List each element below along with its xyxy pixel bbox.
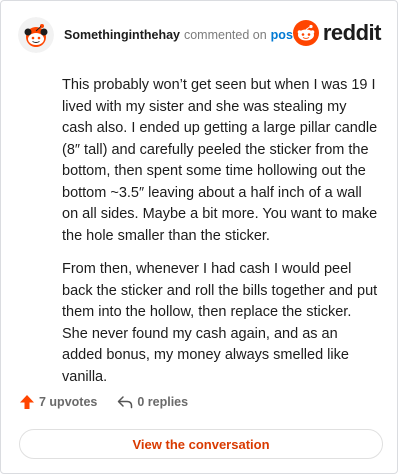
- action-text: commented on: [183, 28, 267, 42]
- user-avatar[interactable]: [18, 17, 54, 53]
- brand-wordmark: reddit: [322, 20, 382, 45]
- comment-card: Somethinginthehay commented on post redd…: [0, 0, 398, 474]
- comment-paragraph: From then, whenever I had cash I would p…: [62, 261, 378, 385]
- upvote-arrow-icon: [20, 395, 34, 409]
- replies-button[interactable]: 0 replies: [117, 394, 188, 410]
- snoo-avatar-icon: [18, 17, 54, 53]
- reply-count: 0 replies: [137, 395, 189, 409]
- comment-body: This probably won’t get seen but when I …: [62, 75, 378, 400]
- upvote-button[interactable]: 7 upvotes: [19, 394, 97, 410]
- comment-actions: 7 upvotes 0 replies: [19, 394, 188, 410]
- view-conversation-button[interactable]: View the conversation: [19, 429, 383, 459]
- upvote-count: 7 upvotes: [39, 395, 98, 409]
- comment-meta: Somethinginthehay commented on post: [64, 28, 297, 42]
- reply-arrow-icon: [118, 396, 133, 409]
- username[interactable]: Somethinginthehay: [64, 28, 180, 42]
- reddit-brand[interactable]: reddit: [292, 20, 382, 46]
- reddit-logo-icon: [292, 20, 319, 46]
- comment-paragraph: This probably won’t get seen but when I …: [62, 77, 378, 244]
